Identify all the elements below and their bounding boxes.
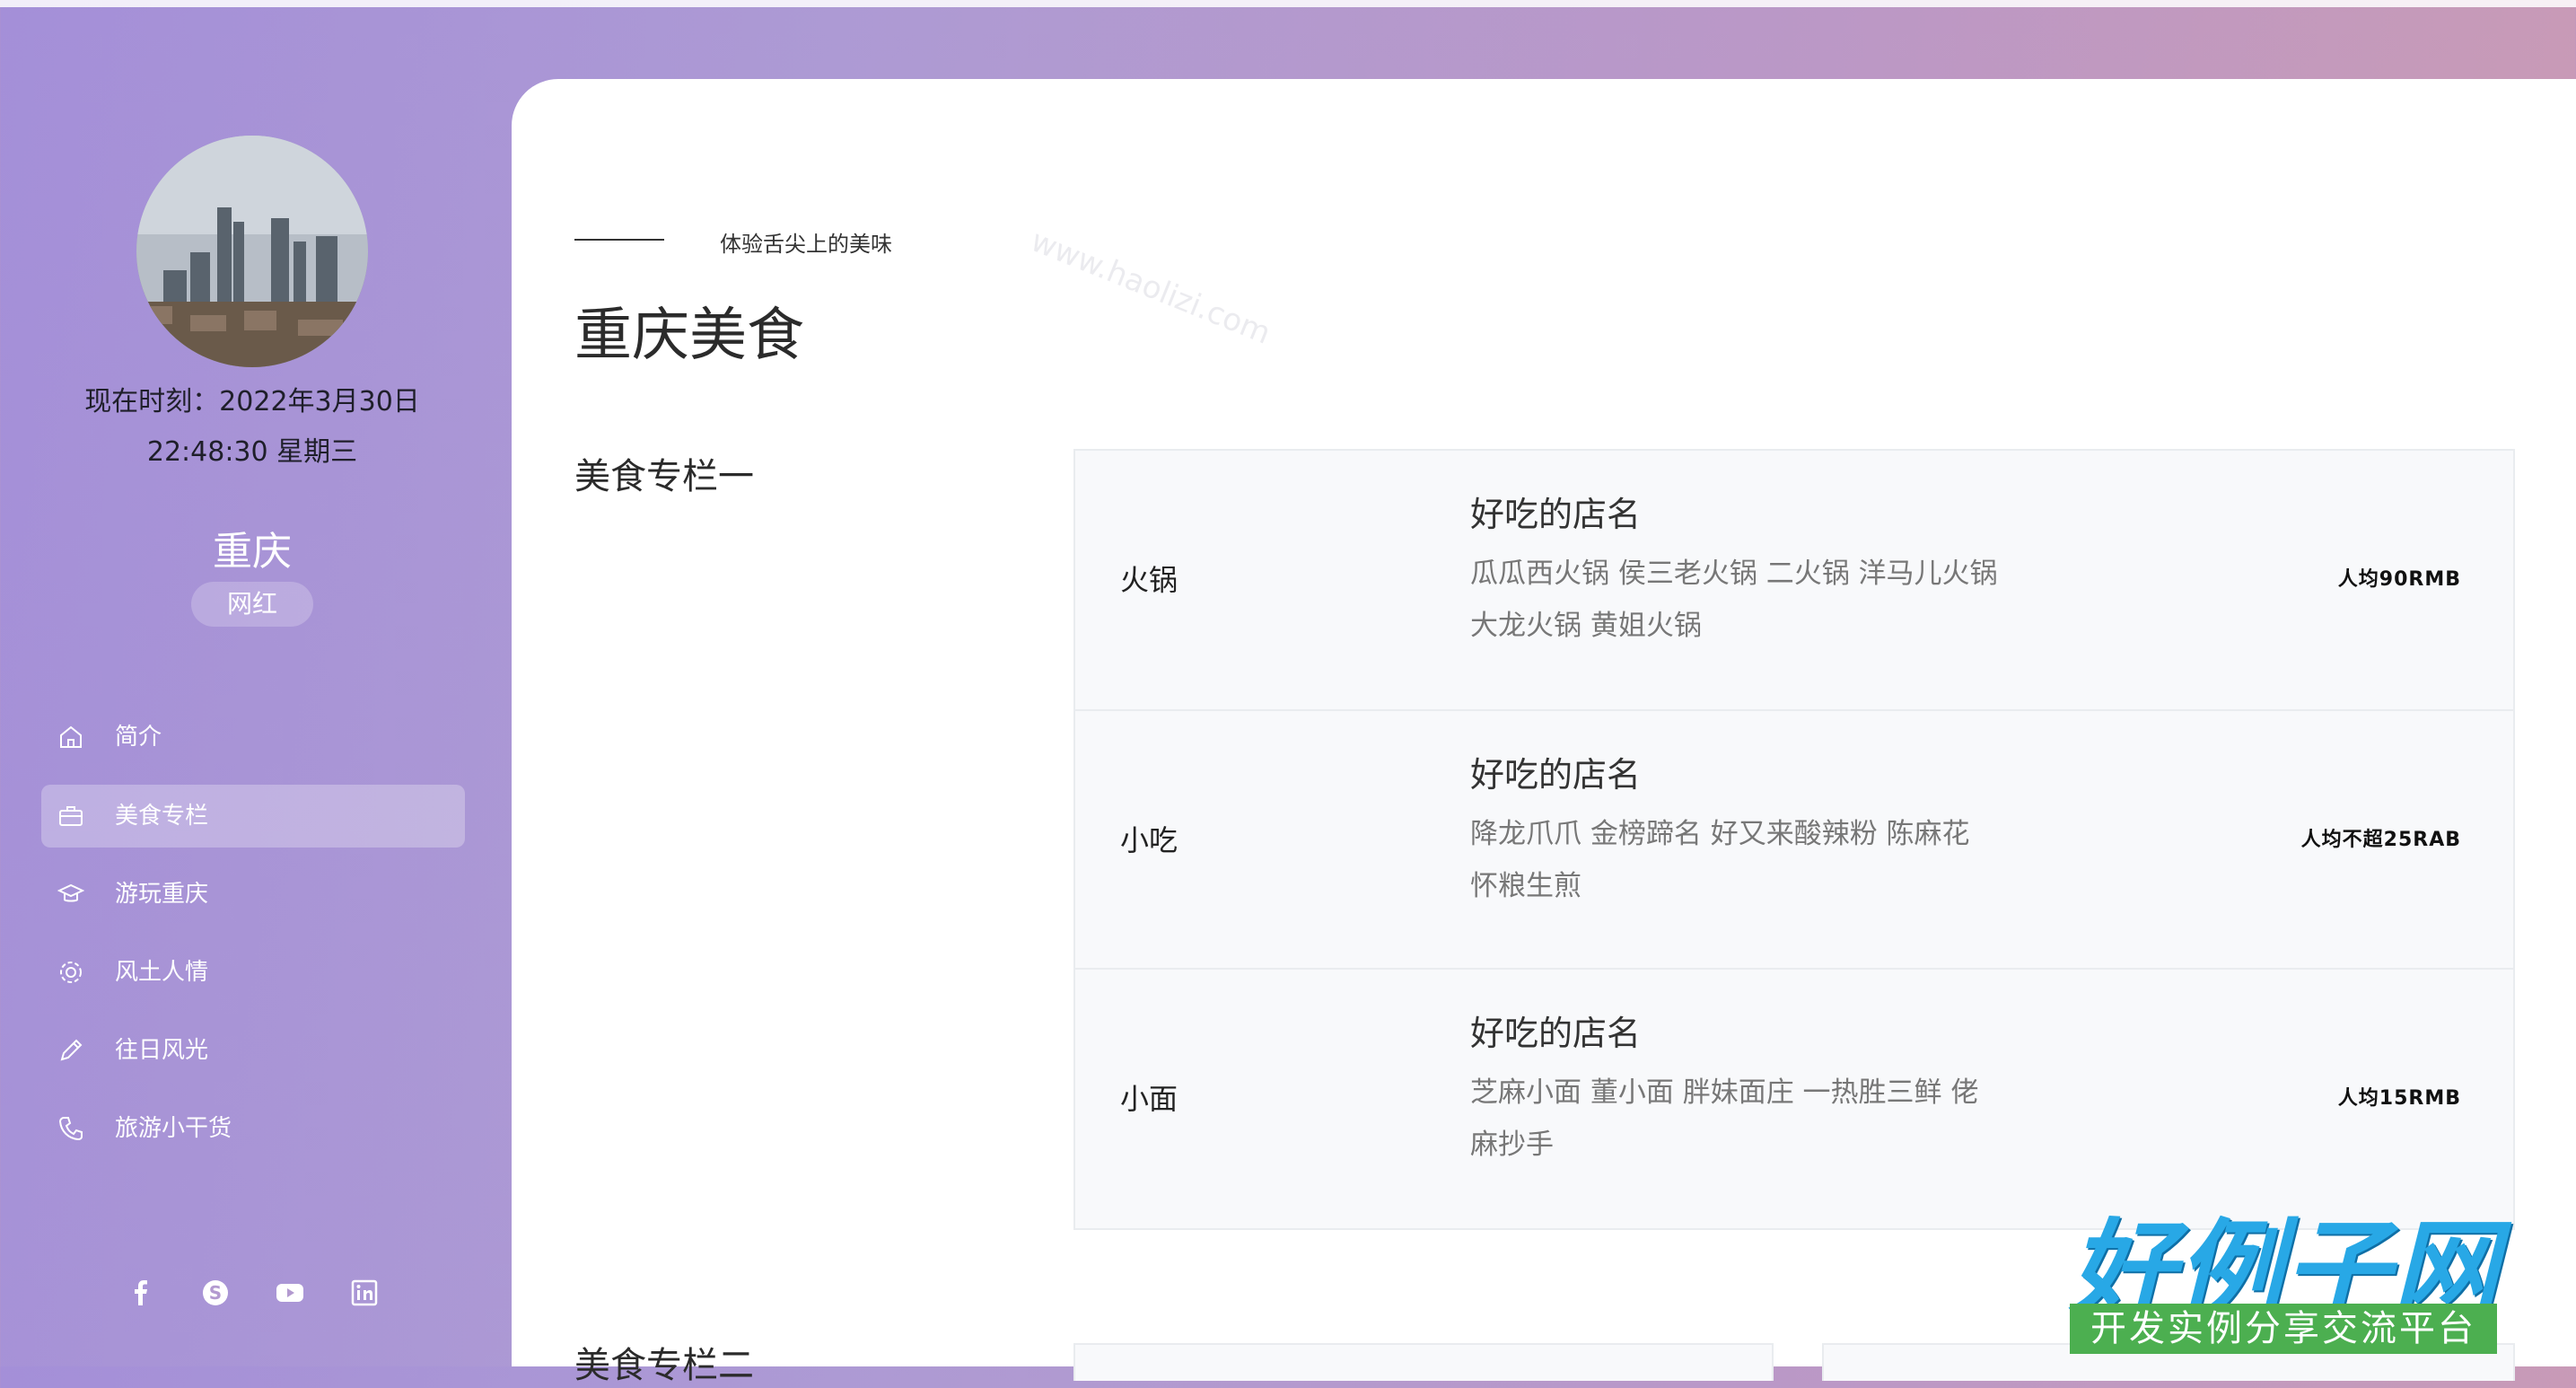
food-description: 瓜瓜西火锅 侯三老火锅 二火锅 洋马儿火锅 大龙火锅 黄姐火锅	[1470, 558, 1998, 642]
top-bar	[0, 0, 2576, 7]
food-price: 人均90RMB	[2337, 568, 2461, 591]
briefcase-icon	[59, 806, 83, 826]
food-price: 人均不超25RAB	[2300, 829, 2461, 851]
phone-icon	[58, 1117, 83, 1141]
nav-item-intro[interactable]: 简介	[41, 706, 465, 769]
current-date: 现在时刻：2022年3月30日	[84, 386, 420, 417]
nav-label: 旅游小干货	[115, 1115, 232, 1142]
nav-label: 风土人情	[115, 959, 209, 986]
food-card-2-left	[1073, 1343, 1774, 1381]
nav-item-food[interactable]: 美食专栏	[41, 785, 465, 848]
nav-item-customs[interactable]: 风土人情	[41, 941, 465, 1004]
main-panel: 体验舌尖上的美味 重庆美食 美食专栏一 火锅 好吃的店名 瓜瓜西火锅 侯三老火锅…	[512, 79, 2576, 1386]
food-category: 火锅	[1120, 563, 1178, 597]
nav-label: 游玩重庆	[115, 881, 209, 908]
food-heading: 好吃的店名	[1470, 495, 1642, 534]
sidebar: 现在时刻：2022年3月30日 22:48:30 星期三 重庆 网红 简介 美食…	[0, 7, 512, 1366]
eyebrow-divider	[574, 239, 664, 241]
graduation-cap-icon	[57, 883, 84, 902]
food-row: 小吃 好吃的店名 降龙爪爪 金榜蹄名 好又来酸辣粉 陈麻花 怀粮生煎 人均不超2…	[1075, 709, 2513, 970]
watermark-logo-subtitle: 开发实例分享交流平台	[2070, 1304, 2497, 1354]
food-category: 小面	[1120, 1082, 1178, 1116]
food-heading: 好吃的店名	[1470, 755, 1642, 795]
youtube-icon[interactable]	[272, 1275, 308, 1311]
food-heading: 好吃的店名	[1470, 1014, 1642, 1053]
skype-icon[interactable]: S	[197, 1275, 233, 1311]
nav-label: 简介	[115, 724, 162, 751]
food-description: 芝麻小面 董小面 胖妹面庄 一热胜三鲜 佬麻抄手	[1470, 1076, 1979, 1161]
facebook-icon[interactable]	[123, 1275, 159, 1311]
pencil-icon	[60, 1039, 83, 1061]
home-icon	[60, 725, 82, 748]
food-list-card: 火锅 好吃的店名 瓜瓜西火锅 侯三老火锅 二火锅 洋马儿火锅 大龙火锅 黄姐火锅…	[1073, 449, 2515, 1230]
nav-label: 美食专栏	[115, 803, 209, 830]
section-title-1: 美食专栏一	[574, 456, 754, 497]
svg-text:S: S	[209, 1282, 222, 1304]
linkedin-icon[interactable]	[346, 1275, 382, 1311]
food-row: 火锅 好吃的店名 瓜瓜西火锅 侯三老火锅 二火锅 洋马儿火锅 大龙火锅 黄姐火锅…	[1075, 451, 2513, 709]
nav-item-past-scenery[interactable]: 往日风光	[41, 1019, 465, 1082]
gear-icon	[60, 962, 82, 983]
current-time: 22:48:30 星期三	[146, 436, 358, 468]
eyebrow-text: 体验舌尖上的美味	[720, 232, 892, 257]
nav-item-travel-tips[interactable]: 旅游小干货	[41, 1097, 465, 1160]
city-name: 重庆	[213, 529, 292, 575]
avatar	[136, 136, 368, 367]
nav-item-tour[interactable]: 游玩重庆	[41, 863, 465, 926]
section-title-2: 美食专栏二	[574, 1345, 754, 1386]
page-title: 重庆美食	[574, 303, 804, 369]
city-tag: 网红	[191, 582, 313, 627]
food-category: 小吃	[1120, 823, 1178, 857]
food-description: 降龙爪爪 金榜蹄名 好又来酸辣粉 陈麻花 怀粮生煎	[1470, 818, 1970, 902]
nav-label: 往日风光	[115, 1037, 209, 1064]
